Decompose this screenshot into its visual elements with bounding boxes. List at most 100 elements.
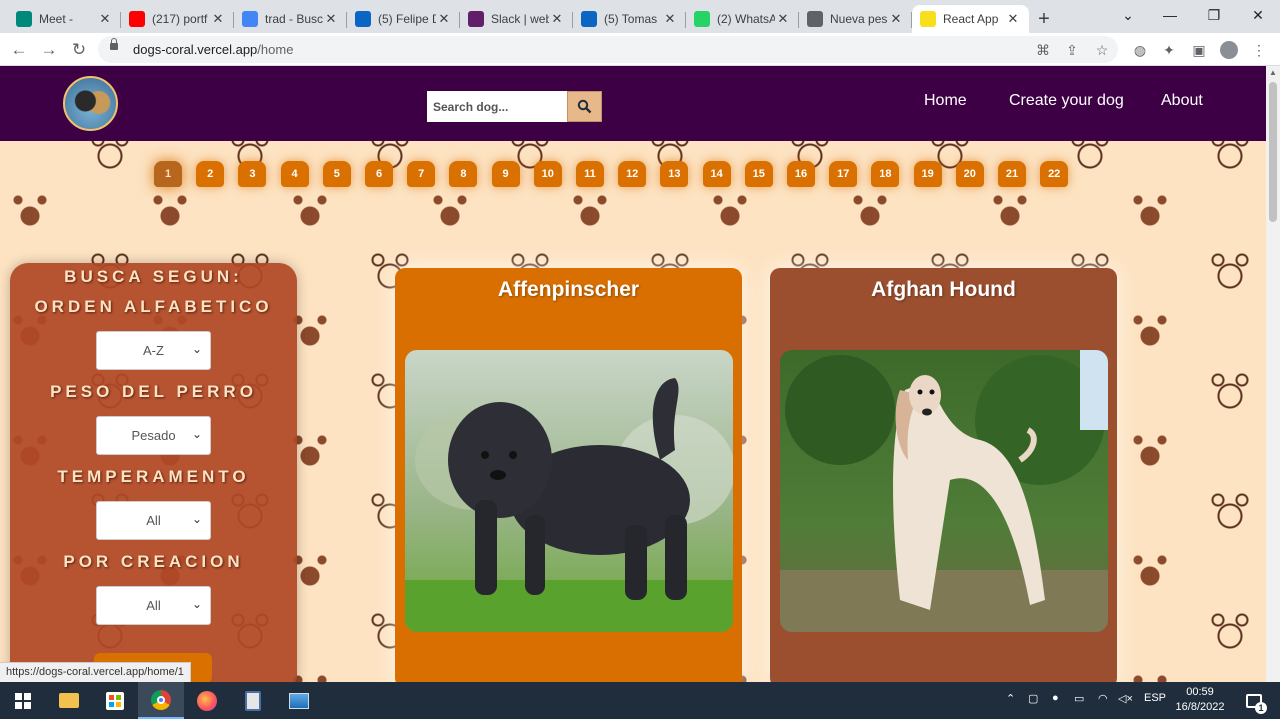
browser-tab[interactable]: Meet - ✕ [8,5,121,33]
page-button[interactable]: 17 [829,161,858,187]
profile-avatar[interactable] [1220,41,1238,59]
browser-tab[interactable]: React App ✕ [912,5,1029,33]
extension-icon[interactable]: ◍ [1131,41,1149,59]
dog-card[interactable]: Afghan Hound [770,268,1117,682]
page-scrollbar[interactable]: ▲ [1266,66,1280,682]
page-button[interactable]: 5 [322,161,351,187]
firefox-icon[interactable] [184,682,230,719]
page-button[interactable]: 14 [702,161,731,187]
browser-tab[interactable]: (5) Felipe D ✕ [347,5,460,33]
page-button[interactable]: 4 [280,161,309,187]
wifi-icon[interactable]: ◠ [1098,692,1108,705]
browser-tab[interactable]: (2) WhatsA ✕ [686,5,799,33]
weight-select[interactable]: Pesado ⌄ [96,416,211,455]
tab-close-icon[interactable]: ✕ [662,11,678,27]
browser-tab[interactable]: Slack | web ✕ [460,5,573,33]
tab-close-icon[interactable]: ✕ [323,11,339,27]
page-button[interactable]: 16 [787,161,815,187]
scroll-up-icon[interactable]: ▲ [1269,68,1277,77]
photos-icon[interactable] [276,682,322,719]
nav-home-link[interactable]: Home [924,92,967,110]
language-indicator[interactable]: ESP [1144,692,1166,704]
order-label: ORDEN ALFABETICO [34,297,273,316]
chevron-down-icon: ⌄ [191,427,202,441]
new-tab-button[interactable]: + [1029,5,1059,33]
page-button[interactable]: 21 [998,161,1026,187]
notification-count: 1 [1255,701,1267,714]
page-button[interactable]: 9 [491,161,520,187]
page-button[interactable]: 6 [365,161,393,187]
page-content: Home Create your dog About 1234567891011… [0,66,1266,682]
browser-tab[interactable]: (217) portf ✕ [121,5,234,33]
calculator-icon[interactable] [230,682,276,719]
page-button[interactable]: 13 [660,161,689,187]
chrome-taskbar-icon[interactable] [138,682,184,719]
page-button[interactable]: 22 [1040,161,1069,187]
page-button[interactable]: 19 [913,161,942,187]
nav-about-link[interactable]: About [1161,92,1203,110]
minimize-icon[interactable]: — [1148,0,1192,30]
page-button[interactable]: 12 [618,161,647,187]
volume-muted-icon[interactable]: ◁× [1118,692,1133,705]
dogs-logo[interactable] [63,76,118,131]
order-select[interactable]: A-Z ⌄ [96,331,211,370]
temperament-select-value: All [146,513,161,528]
page-button[interactable]: 10 [533,161,562,187]
page-button[interactable]: 15 [744,161,773,187]
page-button[interactable]: 7 [407,161,436,187]
search-button[interactable] [567,91,602,122]
creation-select-value: All [146,598,161,613]
page-button[interactable]: 2 [196,161,225,187]
weight-select-value: Pesado [131,428,176,443]
temperament-label: TEMPERAMENTO [57,467,250,486]
dog-info [415,674,715,682]
restore-icon[interactable]: ❐ [1192,0,1236,30]
page-button[interactable]: 18 [871,161,900,187]
page-button[interactable]: 8 [449,161,478,187]
tab-close-icon[interactable]: ✕ [436,11,452,27]
tab-close-icon[interactable]: ✕ [97,11,113,27]
address-bar[interactable]: dogs-coral.vercel.app/home [98,36,1118,63]
meet-now-icon[interactable]: ▢ [1028,692,1038,705]
notifications-icon[interactable]: 1 [1234,682,1274,719]
nav-create-dog-link[interactable]: Create your dog [1009,92,1124,110]
tab-close-icon[interactable]: ✕ [888,11,904,27]
battery-icon[interactable]: ▭ [1074,692,1084,705]
tab-close-icon[interactable]: ✕ [210,11,226,27]
forward-icon[interactable]: → [36,37,62,63]
dog-card[interactable]: Affenpinscher [395,268,742,682]
browser-tab[interactable]: Nueva pes ✕ [799,5,912,33]
page-button[interactable]: 1 [154,161,182,187]
windows-taskbar: ⌃ ▢ ● ▭ ◠ ◁× ESP 00:59 16/8/2022 1 [0,682,1280,719]
system-clock[interactable]: 00:59 16/8/2022 [1172,685,1228,715]
temperament-select[interactable]: All ⌄ [96,501,211,540]
close-window-icon[interactable]: ✕ [1236,0,1280,30]
puzzle-icon[interactable]: ✦ [1160,41,1178,59]
side-panel-icon[interactable]: ▣ [1190,41,1208,59]
file-explorer-icon[interactable] [46,682,92,719]
windows-start-icon[interactable] [0,682,46,719]
microphone-icon[interactable]: ● [1052,692,1059,704]
tab-close-icon[interactable]: ✕ [775,11,791,27]
page-button[interactable]: 20 [955,161,984,187]
browser-tab[interactable]: (5) Tomas ✕ [573,5,686,33]
creation-select[interactable]: All ⌄ [96,586,211,625]
tab-search-icon[interactable]: ⌄ [1106,0,1150,30]
translate-icon[interactable]: ⌘ [1034,41,1052,59]
menu-icon[interactable]: ⋮ [1250,41,1268,59]
scrollbar-thumb[interactable] [1269,82,1277,222]
back-icon[interactable]: ← [6,37,32,63]
bookmark-star-icon[interactable]: ☆ [1093,41,1111,59]
browser-tab[interactable]: trad - Busc ✕ [234,5,347,33]
tray-expand-icon[interactable]: ⌃ [1006,692,1015,705]
share-icon[interactable]: ⇪ [1063,41,1081,59]
store-icon[interactable] [92,682,138,719]
page-button[interactable]: 11 [576,161,604,187]
clock-time: 00:59 [1186,686,1214,698]
tab-close-icon[interactable]: ✕ [1005,11,1021,27]
tab-close-icon[interactable]: ✕ [549,11,565,27]
reload-icon[interactable]: ↻ [66,37,92,63]
chevron-down-icon: ⌄ [191,597,202,611]
page-button[interactable]: 3 [238,161,267,187]
search-input[interactable] [427,91,567,122]
